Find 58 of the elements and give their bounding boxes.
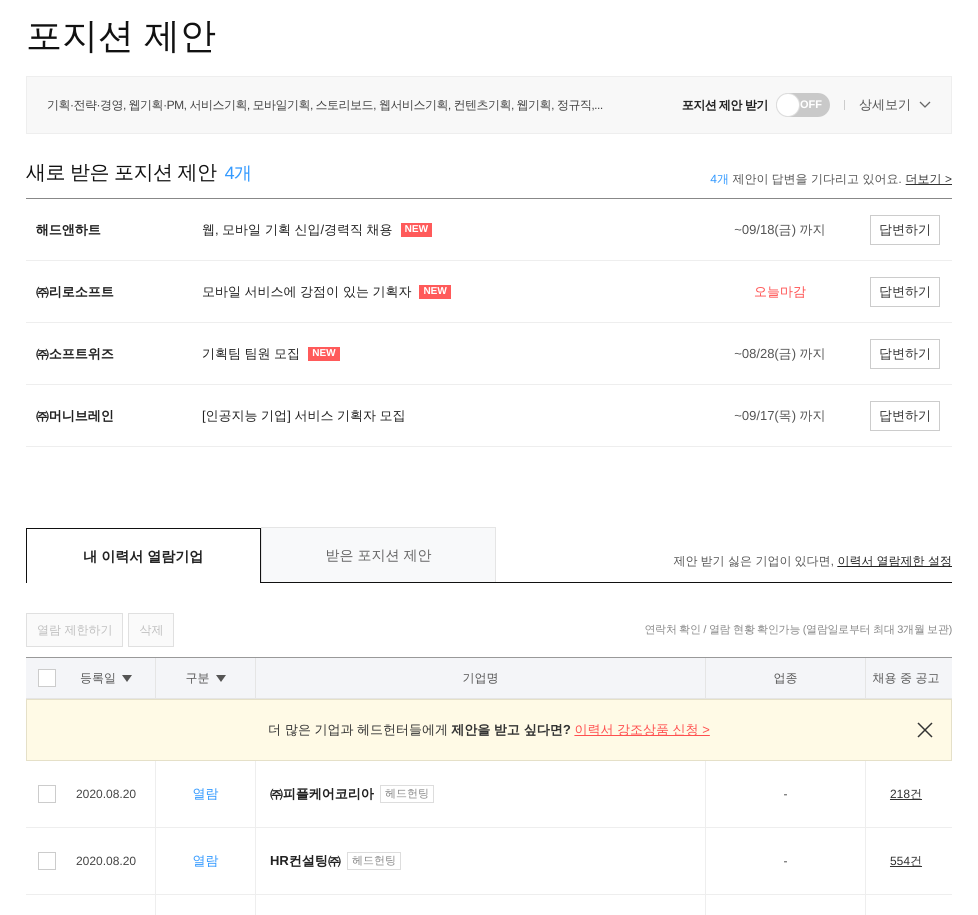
detail-link[interactable]: 상세보기 [859, 95, 931, 115]
proposal-title[interactable]: 기획팀 팀원 모집 [202, 344, 300, 364]
tab[interactable]: 받은 포지션 제안 [261, 527, 496, 582]
close-icon[interactable] [917, 722, 933, 738]
deadline: ~08/28(금) 까지 [733, 344, 827, 363]
column-header: 업종 [774, 670, 798, 687]
company-name[interactable]: ㈜피플케어코리아 [270, 784, 374, 804]
industry-cell-text: - [784, 786, 788, 803]
date-cell-text: 2020.08.20 [76, 853, 136, 870]
filter-keywords: 기획·전략·경영, 웹기획·PM, 서비스기획, 모바일기획, 스토리보드, 웹서비스기획, 컨텐츠기획, 웹기획, 정규직,... [47, 97, 604, 114]
restriction-link[interactable]: 이력서 열람제한 설정 [837, 552, 952, 570]
date-cell-text: 2020.08.20 [76, 786, 136, 803]
deadline: 오늘마감 [753, 282, 807, 301]
checkbox[interactable] [38, 852, 56, 870]
new-badge: NEW [308, 346, 340, 360]
company-name: 해드앤하트 [35, 220, 102, 239]
checkbox[interactable] [38, 785, 56, 803]
proposal-title[interactable]: [인공지능 기업] 서비스 기획자 모집 [202, 406, 406, 426]
sort-icon [122, 674, 132, 682]
deadline: ~09/18(금) 까지 [733, 220, 827, 239]
section-title: 새로 받은 포지션 제안 [26, 161, 217, 186]
company-name[interactable]: HR컨설팅㈜ [270, 851, 341, 871]
reply-button[interactable]: 답변하기 [870, 214, 940, 244]
retention-note: 연락처 확인 / 열람 현황 확인가능 (열람일로부터 최대 3개월 보관) [644, 622, 952, 638]
jobs-link[interactable]: 218건 [890, 785, 922, 803]
column-header[interactable]: 구분 [186, 669, 226, 687]
company-tag: 헤드헌팅 [380, 785, 434, 803]
company-name: ㈜소프트위즈 [35, 344, 115, 363]
sort-icon [216, 674, 226, 682]
industry-cell-text: - [784, 853, 788, 870]
page-title: 포지션 제안 [26, 14, 216, 58]
checkbox[interactable] [38, 669, 56, 687]
company-name: ㈜머니브레인 [35, 406, 115, 425]
tab[interactable]: 내 이력서 열람기업 [26, 528, 261, 583]
more-link[interactable]: 더보기 > [906, 170, 952, 188]
type-cell-text: 열람 [192, 785, 218, 804]
reply-button[interactable]: 답변하기 [870, 276, 940, 306]
reply-button[interactable]: 답변하기 [870, 400, 940, 430]
toggle-label: 포지션 제안 받기 [682, 97, 768, 114]
promo-text: 더 많은 기업과 헤드헌터들에게 제안을 받고 싶다면? [268, 721, 572, 740]
chevron-icon [919, 101, 931, 109]
proposal-title[interactable]: 모바일 서비스에 강점이 있는 기획자 [202, 282, 412, 302]
column-header[interactable]: 등록일 [80, 669, 132, 687]
company-name: ㈜리로소프트 [35, 282, 115, 301]
new-badge: NEW [419, 284, 451, 298]
waiting-count: 4개 [710, 171, 729, 188]
column-header: 기업명 [462, 670, 498, 687]
proposal-count: 4개 [224, 162, 252, 185]
column-header: 채용 중 공고 [872, 670, 940, 687]
reply-button[interactable]: 답변하기 [870, 338, 940, 368]
company-tag: 헤드헌팅 [346, 852, 401, 870]
tab-note: 제안 받기 싫은 기업이 있다면, [673, 553, 835, 570]
proposal-title[interactable]: 웹, 모바일 기획 신입/경력직 채용 [202, 220, 393, 240]
new-badge: NEW [400, 222, 432, 236]
waiting-text: 제안이 답변을 기다리고 있어요. [731, 171, 902, 188]
type-cell-text: 열람 [192, 852, 218, 870]
deadline: ~09/17(목) 까지 [733, 406, 827, 425]
jobs-link[interactable]: 554건 [890, 852, 922, 870]
